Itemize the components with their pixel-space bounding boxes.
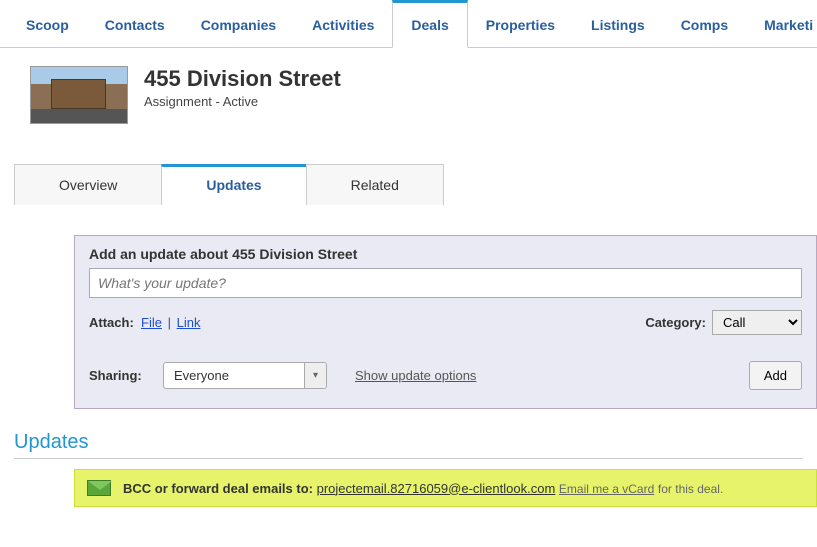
tab-scoop[interactable]: Scoop [8,3,87,47]
updates-divider [14,458,803,459]
bcc-bar: BCC or forward deal emails to: projectem… [74,469,817,507]
attach-file-link[interactable]: File [141,315,162,330]
sharing-value: Everyone [164,363,304,388]
tab-deals[interactable]: Deals [392,0,467,48]
bcc-text: BCC or forward deal emails to: projectem… [123,481,723,496]
attach-label: Attach: [89,315,134,330]
category-label: Category: [645,315,706,330]
tab-marketing[interactable]: Marketi [746,3,817,47]
top-nav: Scoop Contacts Companies Activities Deal… [0,0,817,48]
sharing-row: Sharing: Everyone ▾ Show update options … [89,361,802,390]
update-heading: Add an update about 455 Division Street [89,246,802,262]
category-select[interactable]: Call [712,310,802,335]
subtab-related[interactable]: Related [306,164,444,205]
category-controls: Category: Call [645,310,802,335]
mail-icon [87,480,111,496]
bcc-email-link[interactable]: projectemail.82716059@e-clientlook.com [317,481,556,496]
vcard-link[interactable]: Email me a vCard [559,482,654,496]
updates-title: Updates [14,431,817,454]
add-button[interactable]: Add [749,361,802,390]
attach-link-link[interactable]: Link [177,315,201,330]
sharing-select[interactable]: Everyone ▾ [163,362,327,389]
attach-controls: Attach: File | Link [89,315,200,330]
show-update-options-link[interactable]: Show update options [355,368,476,383]
bcc-prefix: BCC or forward deal emails to: [123,481,313,496]
deal-header: 455 Division Street Assignment - Active [0,48,817,134]
subtab-overview[interactable]: Overview [14,164,162,205]
tab-companies[interactable]: Companies [183,3,294,47]
tab-listings[interactable]: Listings [573,3,663,47]
update-form: Add an update about 455 Division Street … [74,235,817,409]
attach-row: Attach: File | Link Category: Call [89,310,802,335]
attach-separator: | [168,315,171,330]
sub-tabs: Overview Updates Related [14,164,817,205]
deal-title-block: 455 Division Street Assignment - Active [144,66,341,109]
chevron-down-icon: ▾ [304,363,326,388]
subtab-updates[interactable]: Updates [161,164,306,205]
vcard-tail: for this deal. [658,482,723,496]
tab-activities[interactable]: Activities [294,3,392,47]
tab-contacts[interactable]: Contacts [87,3,183,47]
update-input[interactable] [89,268,802,298]
tab-comps[interactable]: Comps [663,3,746,47]
deal-subtitle: Assignment - Active [144,94,341,109]
sharing-label: Sharing: [89,368,145,383]
deal-thumbnail [30,66,128,124]
deal-title: 455 Division Street [144,66,341,92]
tab-properties[interactable]: Properties [468,3,573,47]
